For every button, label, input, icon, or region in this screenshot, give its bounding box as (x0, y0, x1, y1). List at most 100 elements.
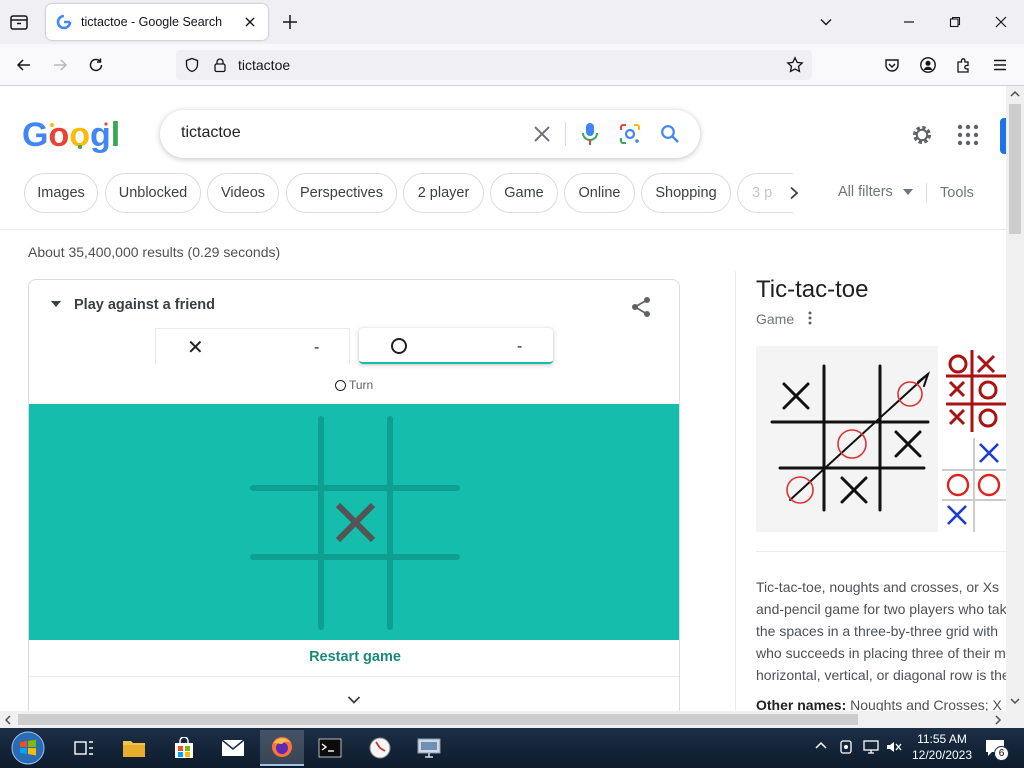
chip-2-player[interactable]: 2 player (403, 173, 484, 213)
mail-icon[interactable] (213, 732, 253, 764)
player-o-panel[interactable]: - (359, 328, 553, 364)
mode-dropdown-caret-icon[interactable] (51, 301, 61, 307)
knowledge-panel-title: Tic-tac-toe (756, 276, 869, 303)
horizontal-scrollbar-thumb[interactable] (18, 714, 858, 725)
more-options-icon[interactable] (807, 311, 813, 325)
board-cell-0[interactable] (253, 419, 321, 488)
restore-icon[interactable] (941, 8, 969, 36)
google-doodle-logo[interactable]: Google (22, 116, 118, 154)
chip-unblocked[interactable]: Unblocked (105, 173, 201, 213)
restart-game-button[interactable]: Restart game (29, 649, 679, 665)
chip-game[interactable]: Game (490, 173, 558, 213)
tools-button[interactable]: Tools (940, 185, 974, 201)
network-icon[interactable] (862, 739, 880, 755)
account-icon[interactable] (914, 51, 942, 79)
volume-muted-icon[interactable] (885, 739, 903, 755)
search-input[interactable]: tictactoe (181, 124, 241, 142)
scroll-left-arrow-icon[interactable] (4, 715, 11, 725)
scroll-down-arrow-icon[interactable] (1010, 698, 1020, 705)
card-divider (29, 676, 679, 677)
share-icon[interactable] (630, 296, 652, 318)
expand-chevron-icon[interactable] (347, 695, 361, 705)
knowledge-panel-subtitle: Game (756, 311, 795, 327)
clock-app-icon[interactable] (360, 732, 400, 764)
game-mode-dropdown[interactable]: Play against a friend (74, 297, 215, 313)
kp-description-line-5: horizontal, vertical, or diagonal row is… (756, 667, 1006, 683)
kp-other-names-value[interactable]: Noughts and Crosses; X (850, 697, 1002, 711)
search-submit-icon[interactable] (660, 124, 680, 144)
close-tab-icon[interactable] (238, 10, 262, 34)
board-cell-1[interactable] (321, 419, 390, 488)
turn-o-icon (335, 379, 346, 391)
board-cell-6[interactable] (253, 557, 321, 627)
kp-image-hand-drawn-board[interactable] (756, 346, 938, 532)
chip-perspectives[interactable]: Perspectives (286, 173, 397, 213)
scroll-up-arrow-icon[interactable] (1010, 90, 1020, 97)
chip-shopping[interactable]: Shopping (641, 173, 731, 213)
system-clock[interactable]: 11:55 AM 12/20/2023 (906, 731, 978, 763)
reload-icon[interactable] (82, 51, 110, 79)
clear-search-icon[interactable] (532, 124, 552, 144)
chip-images[interactable]: Images (24, 173, 98, 213)
tab-list-icon[interactable] (8, 11, 30, 33)
scroll-right-arrow-icon[interactable] (995, 715, 1002, 725)
player-o-symbol (391, 338, 407, 354)
search-box[interactable]: tictactoe (160, 110, 700, 158)
pocket-icon[interactable] (878, 51, 906, 79)
microsoft-store-icon[interactable] (164, 732, 204, 764)
notification-count-badge: 6 (994, 746, 1009, 761)
board-cell-3[interactable] (253, 488, 321, 557)
close-window-icon[interactable] (987, 8, 1015, 36)
extensions-icon[interactable] (950, 51, 978, 79)
google-lens-icon[interactable] (619, 123, 641, 145)
board-cell-7[interactable] (321, 557, 390, 627)
filters-divider (926, 183, 927, 203)
new-tab-icon[interactable] (278, 10, 302, 34)
terminal-icon[interactable] (310, 732, 350, 764)
notification-center-icon[interactable]: 6 (984, 738, 1009, 761)
task-view-icon[interactable] (64, 732, 104, 764)
board-cell-2[interactable] (390, 419, 457, 488)
kp-image-colored-board[interactable] (942, 346, 1006, 532)
tab-bar: tictactoe - Google Search (0, 0, 1024, 44)
board-cell-4[interactable] (321, 488, 390, 557)
player-x-panel[interactable]: ✕ - (155, 328, 350, 364)
player-x-symbol: ✕ (187, 337, 204, 359)
tab-title: tictactoe - Google Search (81, 15, 223, 29)
caret-down-icon (902, 189, 913, 195)
tracking-protection-shield-icon[interactable] (184, 57, 200, 73)
kp-other-names-label: Other names: (756, 697, 847, 711)
chip-online[interactable]: Online (564, 173, 635, 213)
forward-icon[interactable] (46, 51, 74, 79)
google-favicon-icon (56, 14, 72, 30)
back-icon[interactable] (10, 51, 38, 79)
chips-scroll-right-icon[interactable] (782, 181, 806, 205)
voice-search-mic-icon[interactable] (580, 122, 600, 146)
turn-label: Turn (349, 378, 374, 392)
remote-desktop-icon[interactable] (409, 732, 449, 764)
tray-device-icon[interactable] (838, 739, 854, 755)
file-explorer-icon[interactable] (114, 732, 154, 764)
menu-hamburger-icon[interactable] (986, 51, 1014, 79)
horizontal-scrollbar[interactable] (0, 711, 1024, 728)
knowledge-panel-divider (735, 271, 736, 711)
minimize-icon[interactable] (895, 8, 923, 36)
board-cell-8[interactable] (390, 557, 457, 627)
bookmark-star-icon[interactable] (786, 56, 804, 74)
show-hidden-icons-chevron[interactable] (815, 741, 827, 749)
lock-icon[interactable] (212, 57, 228, 73)
vertical-scrollbar[interactable] (1006, 86, 1024, 711)
url-text: tictactoe (238, 57, 291, 73)
google-apps-grid-icon[interactable] (957, 124, 979, 146)
address-bar[interactable]: tictactoe (176, 50, 812, 80)
svg-text:Google: Google (22, 116, 118, 154)
settings-gear-icon[interactable] (910, 123, 934, 147)
all-filters-button[interactable]: All filters (838, 184, 913, 200)
chip-videos[interactable]: Videos (207, 173, 279, 213)
start-button[interactable] (8, 730, 48, 766)
browser-tab[interactable]: tictactoe - Google Search (46, 4, 268, 40)
board-cell-5[interactable] (390, 488, 457, 557)
vertical-scrollbar-thumb[interactable] (1009, 104, 1021, 234)
list-all-tabs-icon[interactable] (812, 8, 840, 36)
firefox-taskbar-icon[interactable] (260, 730, 304, 766)
